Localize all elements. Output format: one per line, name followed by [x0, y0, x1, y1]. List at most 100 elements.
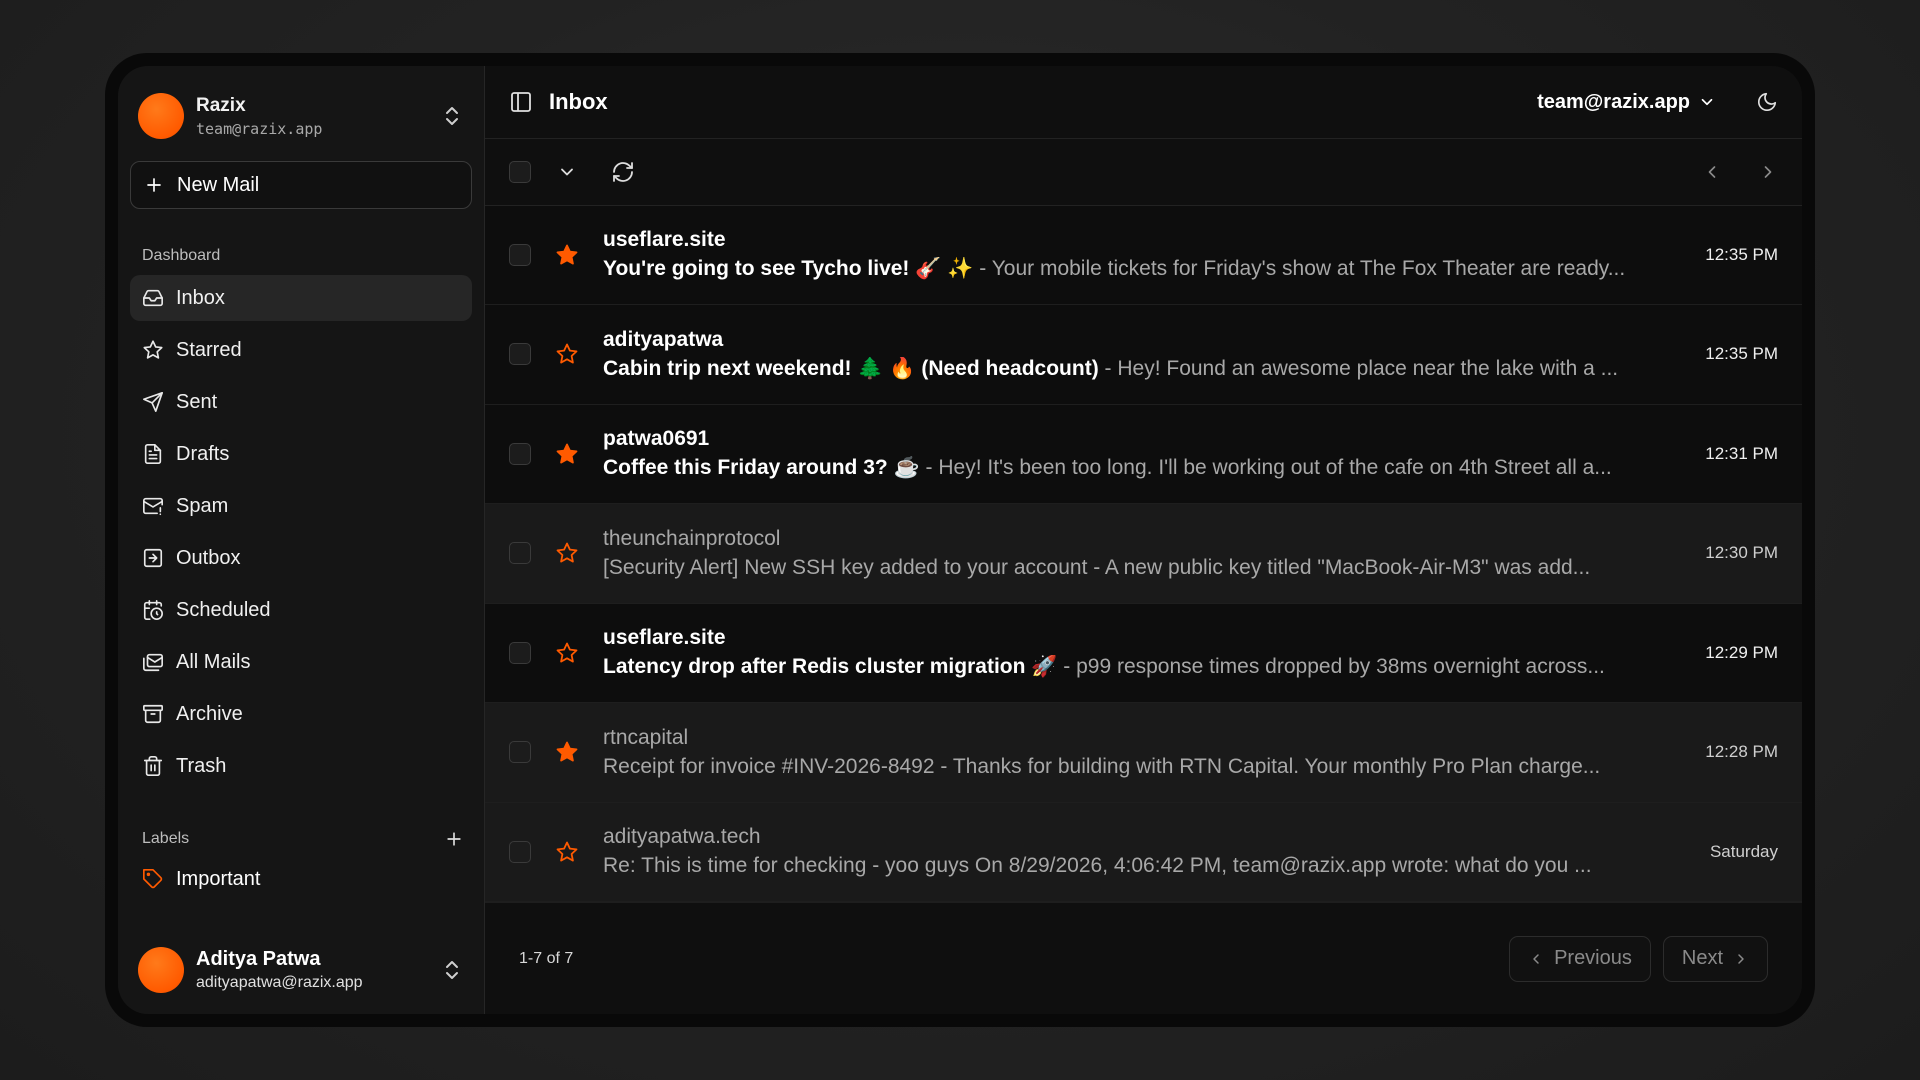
account-selector-label: team@razix.app	[1537, 90, 1690, 113]
email-subject: You're going to see Tycho live! 🎸 ✨	[603, 257, 974, 281]
email-checkbox[interactable]	[509, 840, 531, 863]
inbox-icon	[143, 289, 163, 307]
add-label-icon[interactable]	[444, 829, 464, 849]
user-switcher[interactable]: Aditya Patwa adityapatwa@razix.app	[138, 940, 464, 1000]
email-time: 12:31 PM	[1705, 443, 1778, 463]
email-sender: useflare.site	[603, 228, 726, 252]
email-checkbox[interactable]	[509, 641, 531, 664]
chevrons-up-down-icon[interactable]	[440, 958, 464, 982]
user-name: Aditya Patwa	[196, 948, 321, 970]
mails-icon	[143, 653, 163, 672]
email-subject: Receipt for invoice #INV-2026-8492	[603, 754, 935, 778]
sidebar-item-starred[interactable]: Starred	[130, 327, 472, 373]
tag-icon	[143, 869, 163, 889]
user-avatar	[138, 947, 184, 993]
sidebar-toggle-icon[interactable]	[509, 90, 533, 114]
new-mail-label: New Mail	[177, 173, 260, 196]
send-icon	[143, 392, 163, 412]
refresh-icon[interactable]	[611, 160, 635, 184]
email-row[interactable]: theunchainprotocol [Security Alert] New S…	[485, 504, 1802, 604]
new-mail-button[interactable]: New Mail	[130, 161, 472, 209]
sidebar-item-label: All Mails	[176, 650, 251, 673]
email-checkbox[interactable]	[509, 442, 531, 465]
sidebar-item-drafts[interactable]: Drafts	[130, 431, 472, 477]
star-filled-icon[interactable]	[555, 243, 579, 267]
list-toolbar	[485, 139, 1802, 206]
sidebar-item-archive[interactable]: Archive	[130, 691, 472, 737]
main-panel: Inbox team@razix.app useflare.site You're…	[485, 66, 1802, 1014]
label-name: Important	[176, 867, 261, 890]
archive-icon	[143, 704, 163, 724]
star-icon[interactable]	[555, 641, 579, 665]
labels-title: Labels	[142, 830, 190, 847]
email-subject: Cabin trip next weekend! 🌲 🔥 (Need headc…	[603, 356, 1099, 380]
account-selector[interactable]: team@razix.app	[1537, 91, 1716, 114]
email-checkbox[interactable]	[509, 542, 531, 565]
email-sender: rtncapital	[603, 725, 689, 749]
star-filled-icon[interactable]	[555, 442, 579, 466]
sidebar-item-spam[interactable]: Spam	[130, 483, 472, 529]
moon-icon[interactable]	[1756, 91, 1778, 113]
email-row[interactable]: useflare.site You're going to see Tycho l…	[485, 205, 1802, 306]
email-sender: useflare.site	[603, 626, 726, 650]
chevron-right-icon[interactable]	[1758, 162, 1778, 182]
pagination-footer: 1-7 of 7 Previous Next	[485, 902, 1802, 1014]
avatar	[138, 93, 184, 139]
next-page-button[interactable]: Next	[1662, 935, 1768, 982]
email-snippet: - yoo guys On 8/29/2026, 4:06:42 PM, tea…	[866, 854, 1592, 878]
chevron-left-icon[interactable]	[1702, 162, 1722, 182]
section-label-dashboard: Dashboard	[142, 247, 221, 264]
sidebar-item-outbox[interactable]: Outbox	[130, 535, 472, 581]
email-checkbox[interactable]	[509, 343, 531, 366]
email-row[interactable]: rtncapital Receipt for invoice #INV-2026-…	[485, 703, 1802, 803]
sidebar-item-label: Sent	[176, 390, 218, 413]
email-row[interactable]: adityapatwa Cabin trip next weekend! 🌲 🔥 …	[485, 305, 1802, 405]
chevron-down-icon[interactable]	[557, 162, 577, 182]
chevron-down-icon	[1701, 98, 1713, 106]
email-time: 12:35 PM	[1705, 244, 1778, 264]
email-sender: adityapatwa	[603, 327, 724, 351]
chevron-right-icon	[1738, 953, 1744, 964]
email-row[interactable]: useflare.site Latency drop after Redis cl…	[485, 603, 1802, 704]
sidebar-item-inbox[interactable]: Inbox	[130, 275, 472, 321]
star-icon[interactable]	[555, 840, 579, 864]
sidebar-item-trash[interactable]: Trash	[130, 743, 472, 789]
chevrons-up-down-icon[interactable]	[440, 104, 464, 128]
email-row[interactable]: patwa0691 Coffee this Friday around 3? ☕ …	[485, 404, 1802, 505]
star-icon[interactable]	[555, 342, 579, 366]
email-time: 12:35 PM	[1705, 344, 1778, 364]
chevron-left-icon	[1533, 953, 1539, 964]
email-snippet: - Hey! Found an awesome place near the l…	[1098, 356, 1619, 380]
email-snippet: - Thanks for building with RTN Capital. …	[934, 754, 1601, 778]
sidebar-item-label: Inbox	[176, 286, 225, 309]
account-email: team@razix.app	[196, 119, 323, 138]
sidebar-item-scheduled[interactable]: Scheduled	[130, 587, 472, 633]
email-row[interactable]: adityapatwa.tech Re: This is time for che…	[485, 802, 1802, 903]
email-snippet: - Hey! It's been too long. I'll be worki…	[919, 456, 1612, 480]
sidebar-item-label: Outbox	[176, 546, 241, 569]
trash-icon	[143, 756, 163, 776]
label-item-important[interactable]: Important	[130, 859, 472, 899]
sidebar-item-all-mails[interactable]: All Mails	[130, 639, 472, 685]
email-subject: Re: This is time for checking	[603, 854, 867, 878]
outbox-icon	[143, 548, 163, 568]
star-filled-icon[interactable]	[555, 740, 579, 764]
account-switcher[interactable]: Razix team@razix.app	[130, 85, 472, 147]
topbar: Inbox team@razix.app	[485, 66, 1802, 140]
email-checkbox[interactable]	[509, 741, 531, 764]
email-time: 12:29 PM	[1705, 642, 1778, 662]
email-subject: Coffee this Friday around 3? ☕	[603, 456, 920, 480]
mail-warning-icon	[143, 497, 163, 516]
select-all-checkbox[interactable]	[509, 160, 531, 183]
email-checkbox[interactable]	[509, 243, 531, 266]
sidebar-item-sent[interactable]: Sent	[130, 379, 472, 425]
star-icon[interactable]	[555, 541, 579, 565]
sidebar-item-label: Spam	[176, 494, 229, 517]
previous-page-button[interactable]: Previous	[1509, 935, 1651, 982]
page-title: Inbox	[549, 89, 608, 115]
previous-label: Previous	[1554, 947, 1632, 969]
sidebar-item-label: Trash	[176, 754, 227, 777]
email-snippet: - Your mobile tickets for Friday's show …	[973, 257, 1626, 281]
email-subject: Latency drop after Redis cluster migrati…	[603, 655, 1058, 679]
sidebar: Razix team@razix.app New Mail Dashboard …	[118, 66, 485, 1014]
